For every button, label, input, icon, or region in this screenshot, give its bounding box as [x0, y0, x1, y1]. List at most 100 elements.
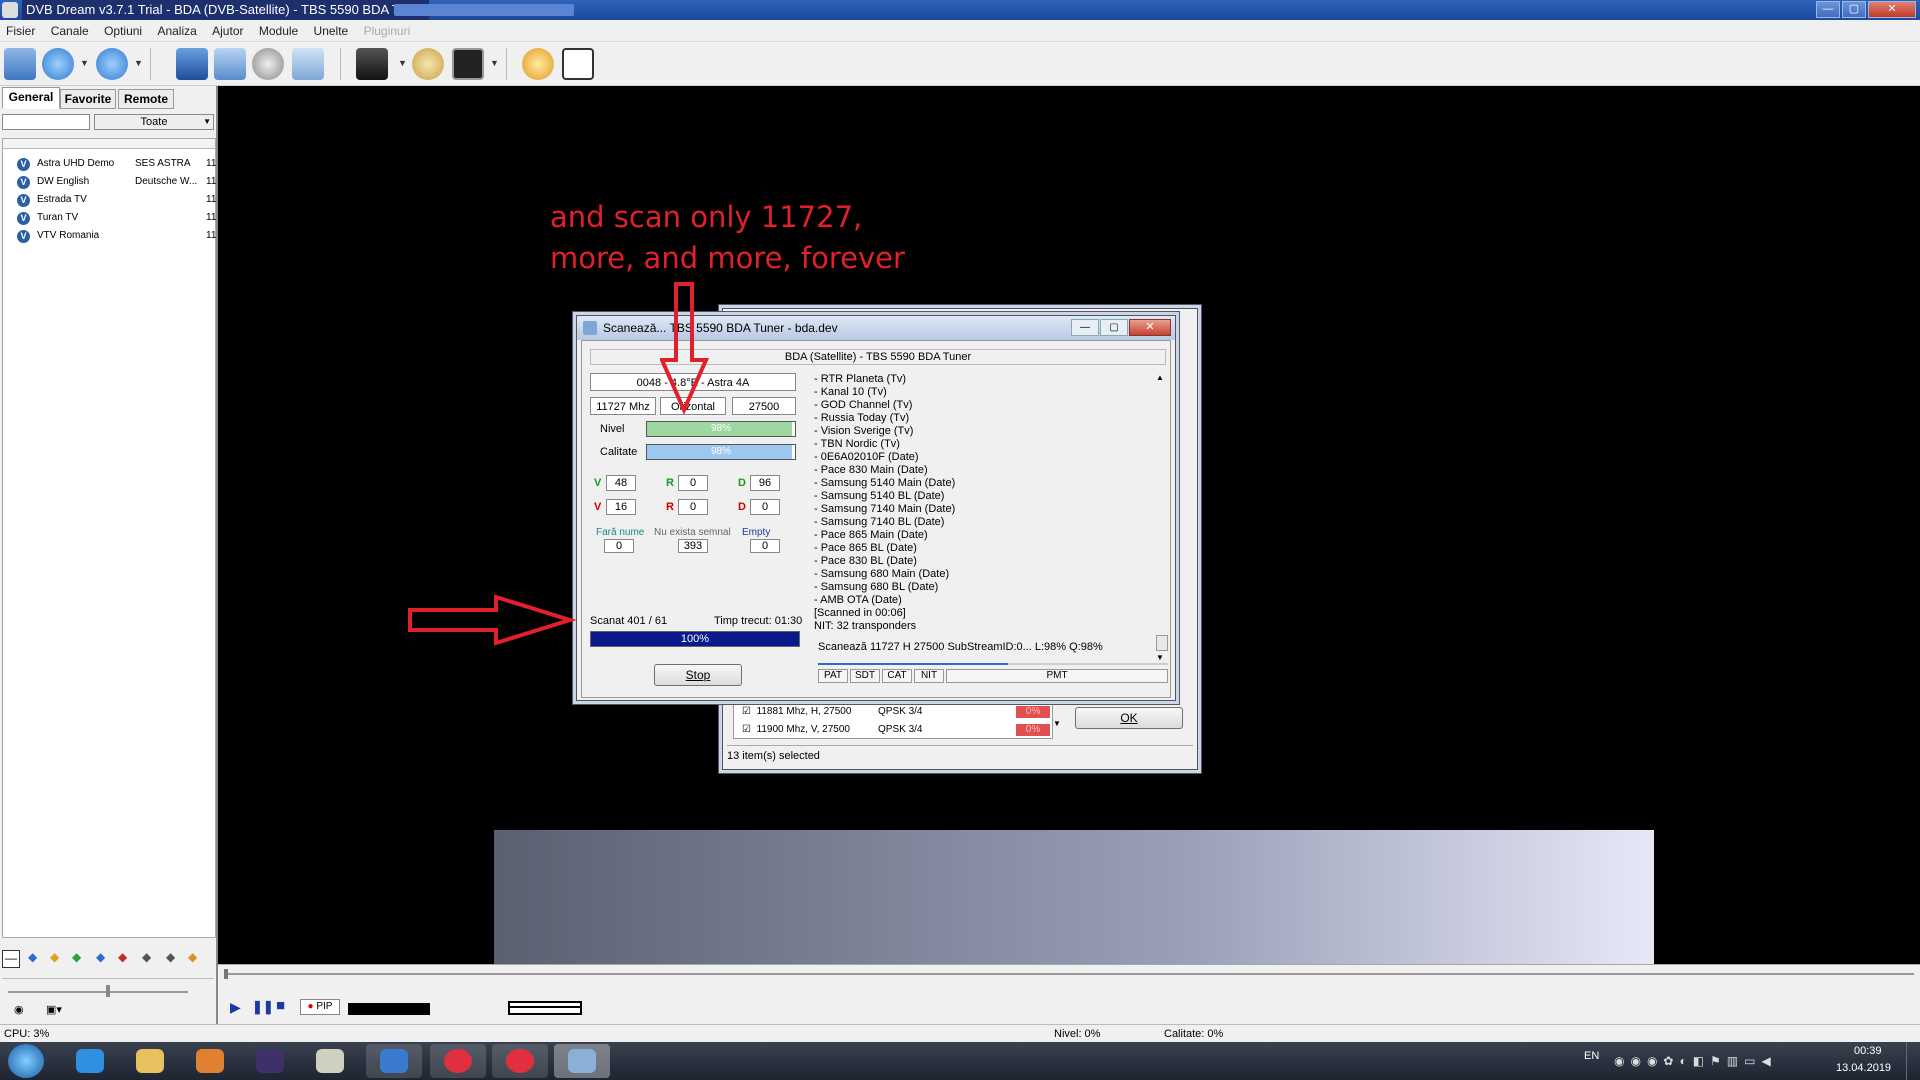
- taskbar-explorer[interactable]: [122, 1044, 178, 1078]
- list-item[interactable]: V Astra UHD Demo SES ASTRA 11: [3, 155, 216, 173]
- pip-button[interactable]: ● PIP: [300, 999, 340, 1015]
- close-button[interactable]: ✕: [1868, 1, 1916, 18]
- monitor-icon[interactable]: [176, 48, 208, 80]
- record-dropdown-icon[interactable]: ▼: [490, 58, 499, 68]
- menu-optiuni[interactable]: Optiuni: [98, 20, 148, 42]
- minimize-button[interactable]: —: [1071, 319, 1099, 336]
- close-button[interactable]: ✕: [1129, 319, 1171, 336]
- gear-icon[interactable]: [252, 48, 284, 80]
- transponder-status: 13 item(s) selected: [727, 745, 1193, 765]
- forward-icon[interactable]: [96, 48, 128, 80]
- clapper-dropdown-icon[interactable]: ▼: [398, 58, 407, 68]
- back-dropdown-icon[interactable]: ▼: [80, 58, 89, 68]
- channel-num: 11: [206, 212, 217, 223]
- menu-analiza[interactable]: Analiza: [151, 20, 202, 42]
- scanat-label: Scanat 401 / 61: [590, 615, 668, 627]
- taskbar-mail[interactable]: [366, 1044, 422, 1078]
- volume-slider[interactable]: [8, 991, 188, 993]
- play-icon[interactable]: ▶: [230, 999, 241, 1016]
- d2-value: 0: [750, 499, 780, 515]
- record-icon[interactable]: [452, 48, 484, 80]
- arrow-down-icon: [660, 282, 710, 415]
- table-row[interactable]: ☑ 11881 Mhz, H, 27500: [742, 704, 851, 720]
- current-scan-text: Scanează 11727 H 27500 SubStreamID:0... …: [818, 641, 1103, 653]
- scroll-thumb[interactable]: [1156, 635, 1168, 651]
- calitate-value: 98%: [710, 446, 731, 457]
- seek-bar[interactable]: [224, 973, 1914, 975]
- menu-fisier[interactable]: Fisier: [0, 20, 41, 42]
- aspect-icon[interactable]: ▣▾: [46, 1003, 62, 1016]
- scroll-down-icon[interactable]: ▼: [1156, 653, 1164, 662]
- tools-icon[interactable]: ◆: [142, 950, 151, 964]
- log-scrollbar[interactable]: ▲ ▼: [1156, 373, 1168, 663]
- r2-label: R: [666, 501, 674, 513]
- open-channels-icon[interactable]: [4, 48, 36, 80]
- show-desktop-button[interactable]: [1906, 1042, 1920, 1080]
- menu-module[interactable]: Module: [253, 20, 304, 42]
- back-icon[interactable]: [42, 48, 74, 80]
- menu-pluginuri[interactable]: Pluginuri: [358, 20, 417, 42]
- language-indicator[interactable]: EN: [1584, 1050, 1599, 1062]
- toolbar: ▼ ▼ ▼ ▼: [0, 42, 1920, 86]
- taskbar-media[interactable]: [182, 1044, 238, 1078]
- stop-button[interactable]: Stop: [654, 664, 742, 686]
- channel-list[interactable]: V Astra UHD Demo SES ASTRA 11 V DW English De…: [2, 138, 216, 938]
- tag-icon[interactable]: ◆: [50, 950, 59, 964]
- search-input[interactable]: [2, 114, 90, 130]
- tab-favorite[interactable]: Favorite: [60, 89, 116, 109]
- maximize-button[interactable]: ▢: [1100, 319, 1128, 336]
- start-button[interactable]: [8, 1044, 44, 1078]
- edit-icon[interactable]: ◆: [188, 950, 197, 964]
- list-item[interactable]: V DW English Deutsche W... 11: [3, 173, 216, 191]
- signal-icon[interactable]: ◆: [28, 950, 37, 964]
- scheduler-icon[interactable]: [562, 48, 594, 80]
- taskbar-vivaldi-1[interactable]: [430, 1044, 486, 1078]
- taskbar-ie[interactable]: [62, 1044, 118, 1078]
- tab-cat[interactable]: CAT: [882, 669, 912, 683]
- clapper-icon[interactable]: [356, 48, 388, 80]
- minimize-button[interactable]: —: [1816, 1, 1840, 18]
- clock-date[interactable]: 13.04.2019: [1836, 1062, 1891, 1074]
- taskbar-paint[interactable]: [302, 1044, 358, 1078]
- taskbar-app[interactable]: [242, 1044, 298, 1078]
- menu-ajutor[interactable]: Ajutor: [206, 20, 249, 42]
- volume-thumb[interactable]: [106, 985, 110, 997]
- stop-record-icon[interactable]: [412, 48, 444, 80]
- device-icon[interactable]: [292, 48, 324, 80]
- antenna-icon[interactable]: ◆: [96, 950, 105, 964]
- heart-icon[interactable]: ◆: [118, 950, 127, 964]
- epg-icon[interactable]: [214, 48, 246, 80]
- tab-general[interactable]: General: [2, 87, 60, 109]
- seek-thumb[interactable]: [224, 969, 228, 979]
- ok-button[interactable]: OK: [1075, 707, 1183, 729]
- menu-unelte[interactable]: Unelte: [308, 20, 355, 42]
- collapse-icon[interactable]: —: [2, 950, 20, 968]
- stop-icon[interactable]: ■: [276, 997, 285, 1014]
- check-icon[interactable]: ◆: [72, 950, 81, 964]
- table-row[interactable]: ☑ 11900 Mhz, V, 27500: [742, 722, 850, 738]
- timer-icon[interactable]: [522, 48, 554, 80]
- tab-pat[interactable]: PAT: [818, 669, 848, 683]
- pause-icon[interactable]: ❚❚: [252, 999, 274, 1015]
- log-line: - Vision Sverige (Tv): [814, 425, 914, 437]
- list-item[interactable]: V VTV Romania 11: [3, 227, 216, 245]
- tab-nit[interactable]: NIT: [914, 669, 944, 683]
- taskbar-vivaldi-2[interactable]: [492, 1044, 548, 1078]
- transponder-list[interactable]: ☑ 11881 Mhz, H, 27500 QPSK 3/4 0% ☑ 1190…: [733, 703, 1053, 739]
- chevron-down-icon[interactable]: ▼: [1053, 719, 1061, 728]
- scroll-up-icon[interactable]: ▲: [1156, 373, 1164, 382]
- menu-canale[interactable]: Canale: [45, 20, 95, 42]
- list-item[interactable]: V Estrada TV 11: [3, 191, 216, 209]
- tab-pmt[interactable]: PMT: [946, 669, 1168, 683]
- list-item[interactable]: V Turan TV 11: [3, 209, 217, 227]
- clock-time[interactable]: 00:39: [1854, 1045, 1882, 1057]
- taskbar-dvbdream[interactable]: [554, 1044, 610, 1078]
- print-icon[interactable]: ◆: [166, 950, 175, 964]
- forward-dropdown-icon[interactable]: ▼: [134, 58, 143, 68]
- tray-icons[interactable]: ◉◉◉✿◐◧⚑▥▭◀: [1614, 1054, 1814, 1068]
- filter-select[interactable]: Toate ▼: [94, 114, 214, 130]
- maximize-button[interactable]: ▢: [1842, 1, 1866, 18]
- tab-remote[interactable]: Remote: [118, 89, 174, 109]
- mute-icon[interactable]: ◉: [14, 1003, 24, 1016]
- tab-sdt[interactable]: SDT: [850, 669, 880, 683]
